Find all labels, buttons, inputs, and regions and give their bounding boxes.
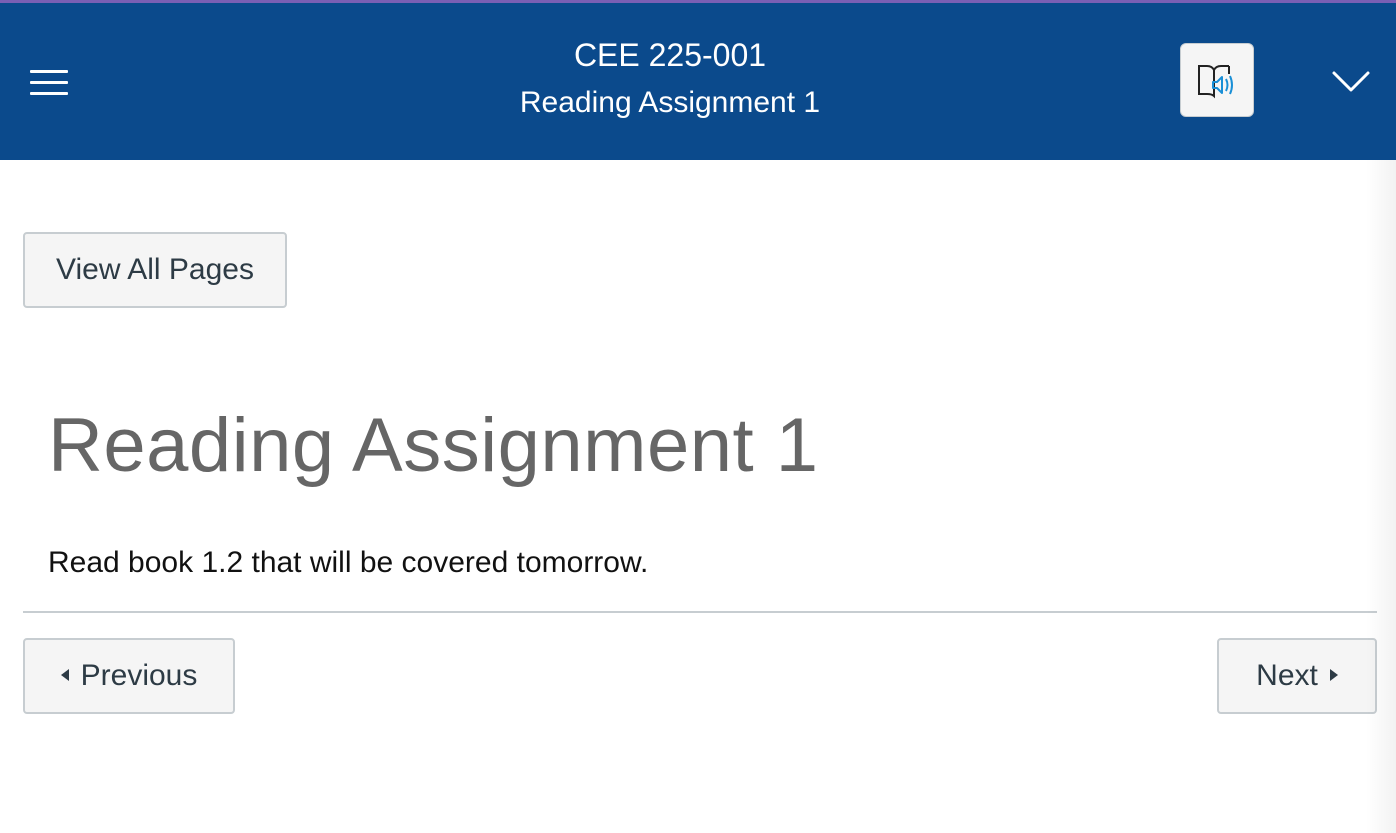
header-page-name: Reading Assignment 1 — [519, 86, 821, 119]
edge-shadow — [1366, 160, 1396, 833]
mobile-header: CEE 225-001 Reading Assignment 1 — [0, 3, 1396, 160]
hamburger-menu-icon[interactable] — [30, 70, 68, 96]
page-body-text: Read book 1.2 that will be covered tomor… — [48, 546, 649, 579]
next-label: Next — [1256, 659, 1318, 692]
caret-right-icon — [1329, 669, 1338, 682]
header-titles: CEE 225-001 Reading Assignment 1 — [420, 35, 920, 123]
previous-button[interactable]: Previous — [23, 638, 235, 714]
immersive-reader-button[interactable] — [1180, 43, 1254, 117]
divider — [23, 611, 1377, 613]
chevron-down-icon[interactable] — [1330, 65, 1372, 99]
previous-label: Previous — [80, 659, 198, 692]
caret-left-icon — [60, 669, 69, 682]
view-all-pages-button[interactable]: View All Pages — [23, 232, 287, 308]
immersive-reader-icon — [1198, 65, 1233, 99]
course-code[interactable]: CEE 225-001 — [420, 35, 920, 75]
page-title: Reading Assignment 1 — [48, 403, 819, 488]
next-button[interactable]: Next — [1217, 638, 1377, 714]
